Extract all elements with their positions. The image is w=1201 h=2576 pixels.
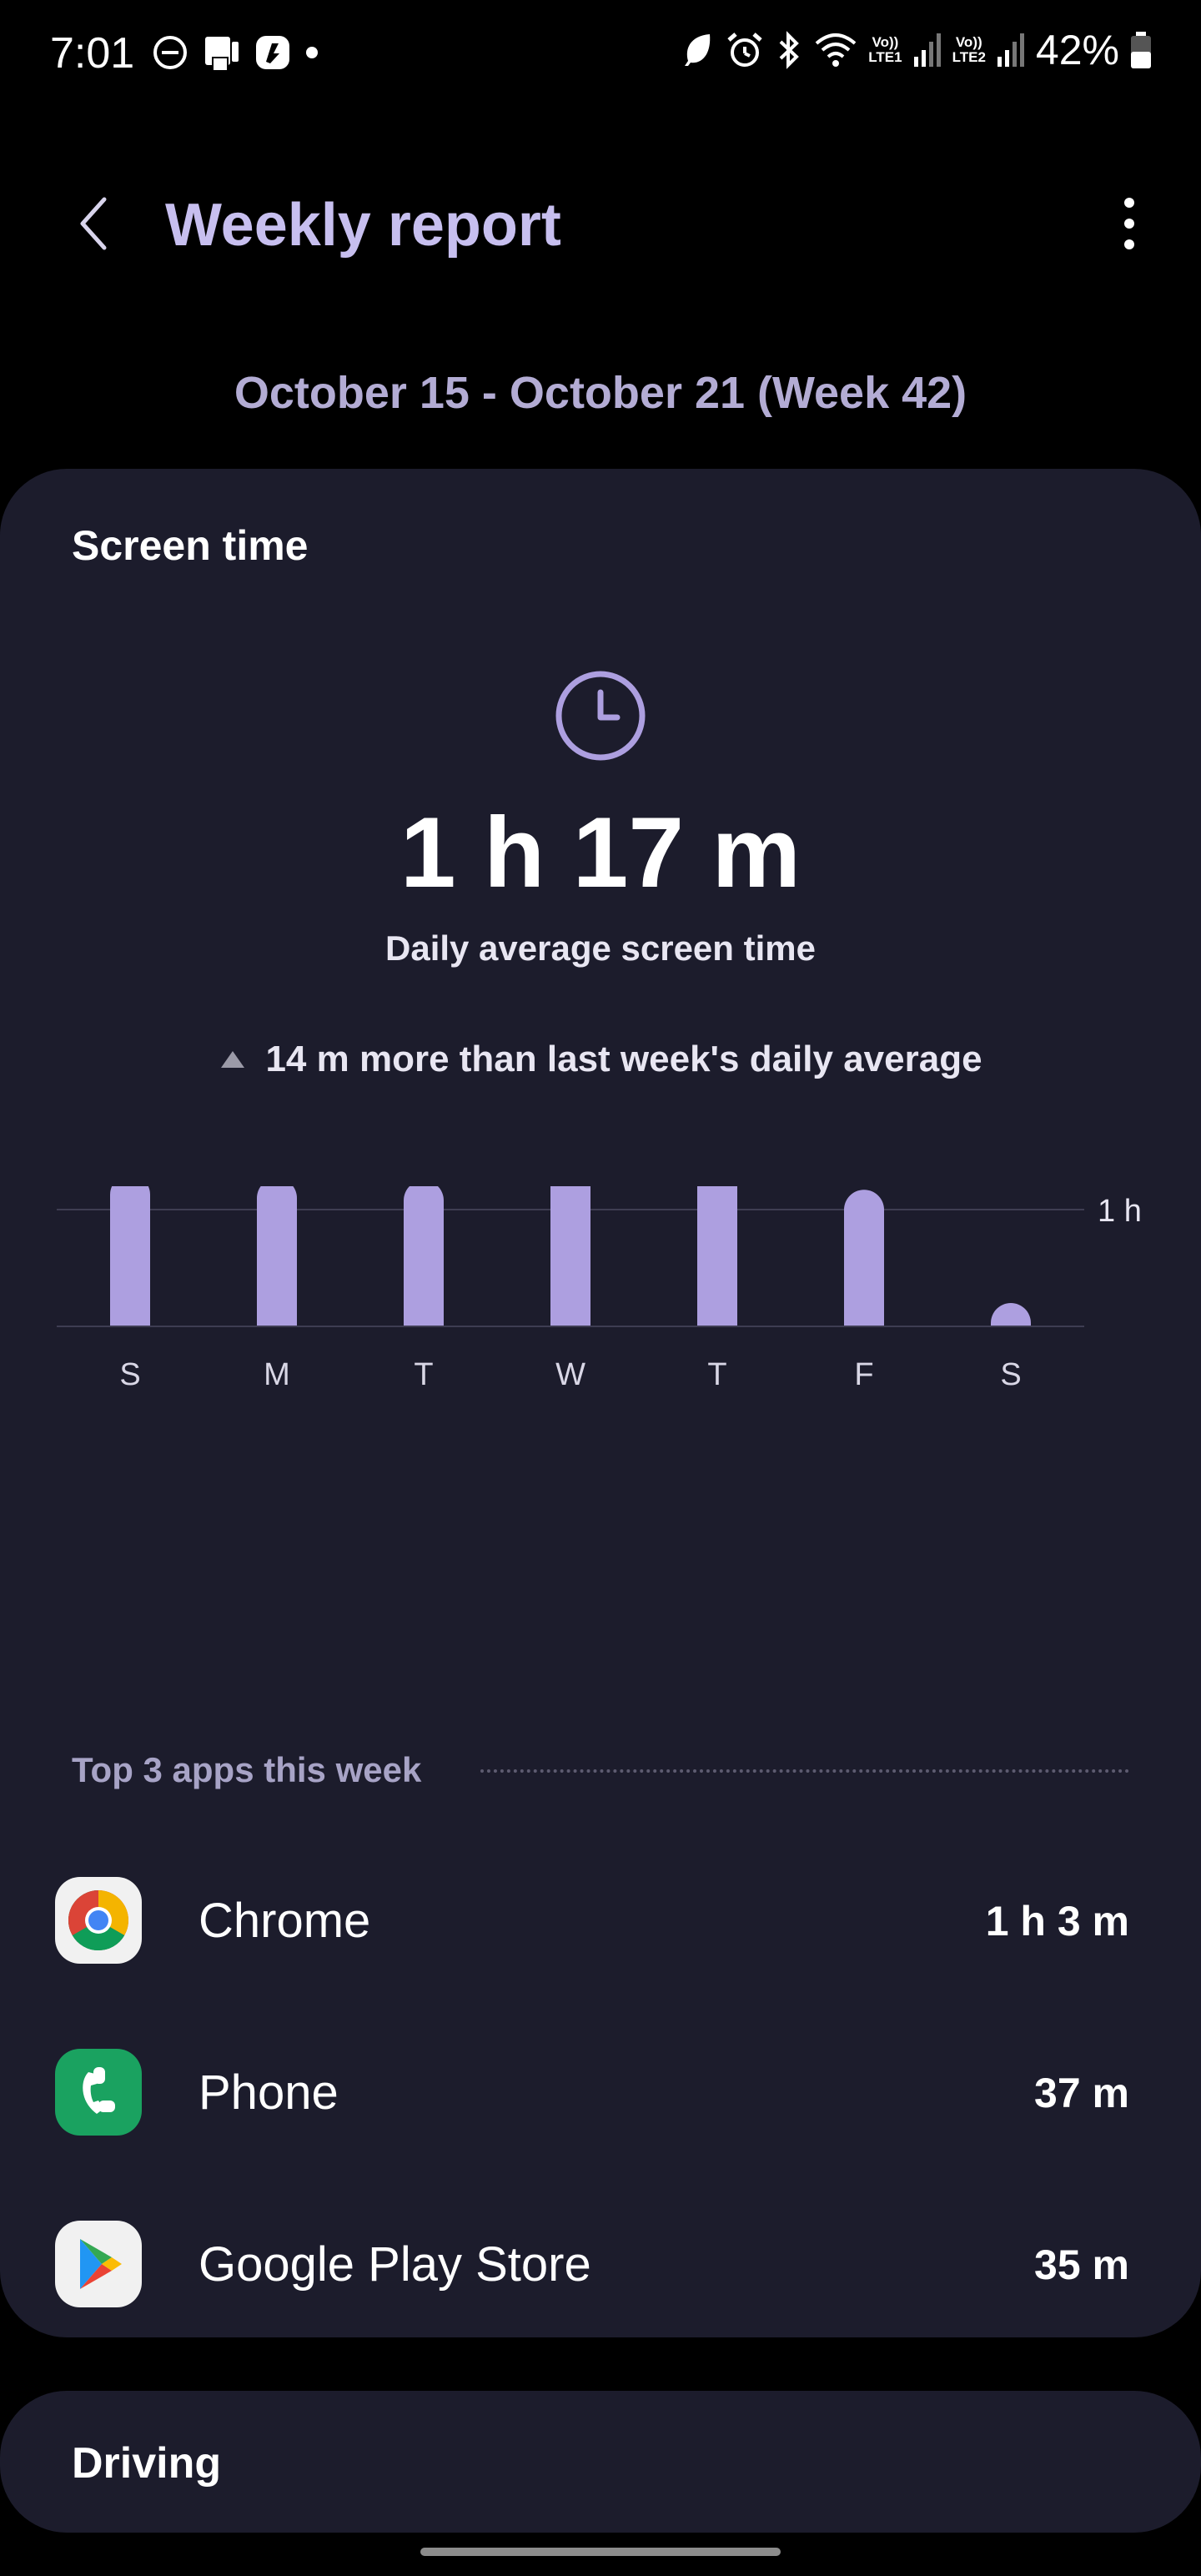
comparison-text: 14 m more than last week's daily average xyxy=(265,1039,982,1079)
battery-percent: 42% xyxy=(1035,27,1119,73)
app-notification-icon xyxy=(256,36,289,69)
app-row-phone[interactable]: Phone 37 m xyxy=(0,2017,1201,2167)
y-tick-label: 1 h xyxy=(1098,1194,1142,1229)
alarm-icon xyxy=(727,33,762,67)
baseline-mask xyxy=(48,1327,1093,1352)
x-tick-label: M xyxy=(264,1357,290,1392)
notification-dot-icon xyxy=(306,47,318,58)
network-1-label: Vo)) LTE1 xyxy=(868,34,902,65)
date-range[interactable]: October 15 - October 21 (Week 42) xyxy=(0,364,1201,422)
play-store-icon xyxy=(55,2221,142,2307)
app-name: Phone xyxy=(198,2065,339,2120)
screen-time-title: Screen time xyxy=(72,522,309,569)
app-bar: Weekly report xyxy=(0,167,1201,284)
dotted-divider xyxy=(480,1769,1129,1773)
status-time: 7:01 xyxy=(50,29,135,78)
chart-bar[interactable] xyxy=(844,1190,884,1346)
x-tick-label: T xyxy=(414,1357,433,1392)
signal-1-icon xyxy=(913,33,941,67)
app-time: 35 m xyxy=(1034,2241,1129,2288)
page-title: Weekly report xyxy=(165,192,561,259)
top-apps-header: Top 3 apps this week xyxy=(72,1745,1129,1795)
home-indicator[interactable] xyxy=(420,2548,781,2556)
status-system-icons: Vo)) LTE1 Vo)) LTE2 42% xyxy=(681,25,1153,75)
printer-icon xyxy=(205,37,239,70)
do-not-disturb-icon xyxy=(153,36,187,69)
chart-bar[interactable] xyxy=(257,1186,297,1346)
clock-icon xyxy=(555,671,646,761)
chart-bar[interactable] xyxy=(404,1186,444,1346)
screen-time-card[interactable]: Screen time 1 h 17 m Daily average scree… xyxy=(0,469,1201,2337)
app-row-play-store[interactable]: Google Play Store 35 m xyxy=(0,2189,1201,2339)
weekly-comparison: 14 m more than last week's daily average xyxy=(0,1036,1201,1083)
bluetooth-icon xyxy=(779,31,800,69)
chart-bar[interactable] xyxy=(697,1186,737,1346)
more-vertical-icon xyxy=(1124,198,1134,249)
x-tick-label: S xyxy=(1000,1357,1021,1392)
wifi-icon xyxy=(815,33,857,67)
x-tick-label: F xyxy=(854,1357,873,1392)
x-tick-label: W xyxy=(555,1357,585,1392)
app-time: 1 h 3 m xyxy=(985,1898,1129,1945)
chart-bar[interactable] xyxy=(550,1186,590,1346)
chrome-icon xyxy=(55,1877,142,1964)
phone-app-icon xyxy=(55,2049,142,2136)
app-row-chrome[interactable]: Chrome 1 h 3 m xyxy=(0,1845,1201,1995)
app-name: Google Play Store xyxy=(198,2237,591,2292)
signal-2-icon xyxy=(997,33,1024,67)
more-options-button[interactable] xyxy=(1096,190,1163,257)
battery-icon xyxy=(1131,32,1151,68)
driving-card[interactable]: Driving xyxy=(0,2391,1201,2533)
app-time: 37 m xyxy=(1034,2070,1129,2116)
leaf-icon xyxy=(685,34,711,66)
x-tick-label: T xyxy=(707,1357,726,1392)
back-button[interactable] xyxy=(60,190,127,257)
screen-time-chart[interactable]: 1 h2 h3 hSMTWTFS xyxy=(0,1186,1201,1553)
chevron-left-icon xyxy=(80,197,107,250)
status-notification-icons xyxy=(152,33,320,72)
driving-title: Driving xyxy=(72,2439,222,2488)
x-tick-label: S xyxy=(119,1357,140,1392)
network-2-label: Vo)) LTE2 xyxy=(952,34,986,65)
top-apps-title: Top 3 apps this week xyxy=(72,1750,422,1789)
triangle-up-icon xyxy=(221,1051,245,1068)
status-bar: 7:01 Vo)) LTE1 Vo)) LTE2 42% xyxy=(0,0,1201,108)
chart-bar[interactable] xyxy=(110,1186,150,1346)
app-name: Chrome xyxy=(198,1894,371,1948)
daily-average-label: Daily average screen time xyxy=(385,928,816,968)
daily-average-value: 1 h 17 m xyxy=(399,797,802,908)
